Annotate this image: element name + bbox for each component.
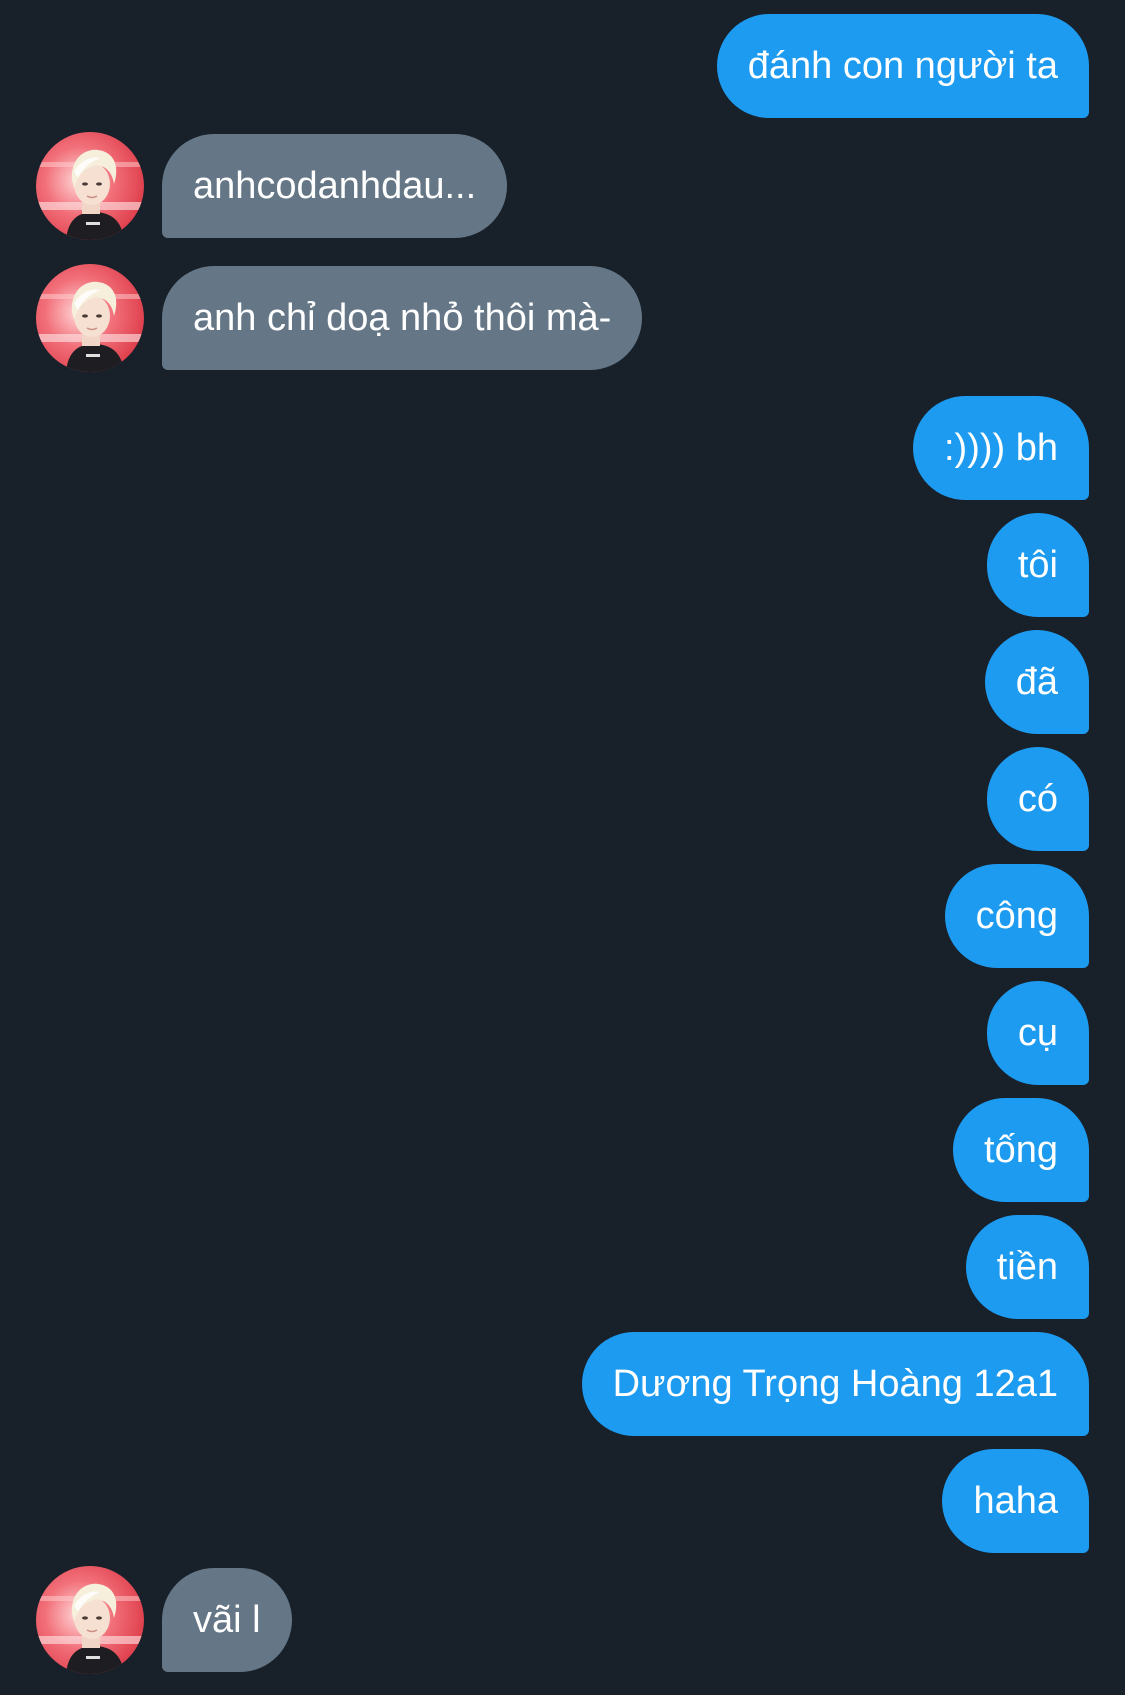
message-text: có [1017,777,1058,820]
outgoing-message[interactable]: đã [984,630,1089,734]
avatar[interactable] [36,132,144,240]
outgoing-message[interactable]: Dương Trọng Hoàng 12a1 [581,1332,1089,1436]
message-text: :)))) bh [944,426,1058,469]
incoming-message[interactable]: anh chỉ doạ nhỏ thôi mà- [162,266,643,370]
message-text: haha [973,1479,1058,1522]
outgoing-message[interactable]: tiền [965,1215,1089,1319]
outgoing-message[interactable]: :)))) bh [913,396,1089,500]
outgoing-message[interactable]: tống [953,1098,1089,1202]
outgoing-message[interactable]: đánh con người ta [716,14,1089,118]
incoming-message[interactable]: anhcodanhdau... [162,134,508,238]
message-text: công [975,894,1058,937]
message-text: anh chỉ doạ nhỏ thôi mà- [193,296,612,339]
message-text: tôi [1017,543,1058,586]
message-text: đã [1015,660,1058,703]
outgoing-message[interactable]: công [944,864,1089,968]
message-text: tống [984,1128,1058,1171]
message-text: Dương Trọng Hoàng 12a1 [612,1362,1058,1405]
message-text: đánh con người ta [747,44,1058,87]
message-text: vãi l [193,1598,261,1641]
outgoing-message[interactable]: tôi [986,513,1089,617]
message-text: anhcodanhdau... [193,164,477,207]
incoming-message[interactable]: vãi l [162,1568,292,1672]
outgoing-message[interactable]: cụ [986,981,1089,1085]
avatar[interactable] [36,264,144,372]
outgoing-message[interactable]: có [986,747,1089,851]
message-text: tiền [996,1245,1058,1288]
outgoing-message[interactable]: haha [942,1449,1089,1553]
avatar[interactable] [36,1566,144,1674]
message-text: cụ [1017,1011,1058,1054]
